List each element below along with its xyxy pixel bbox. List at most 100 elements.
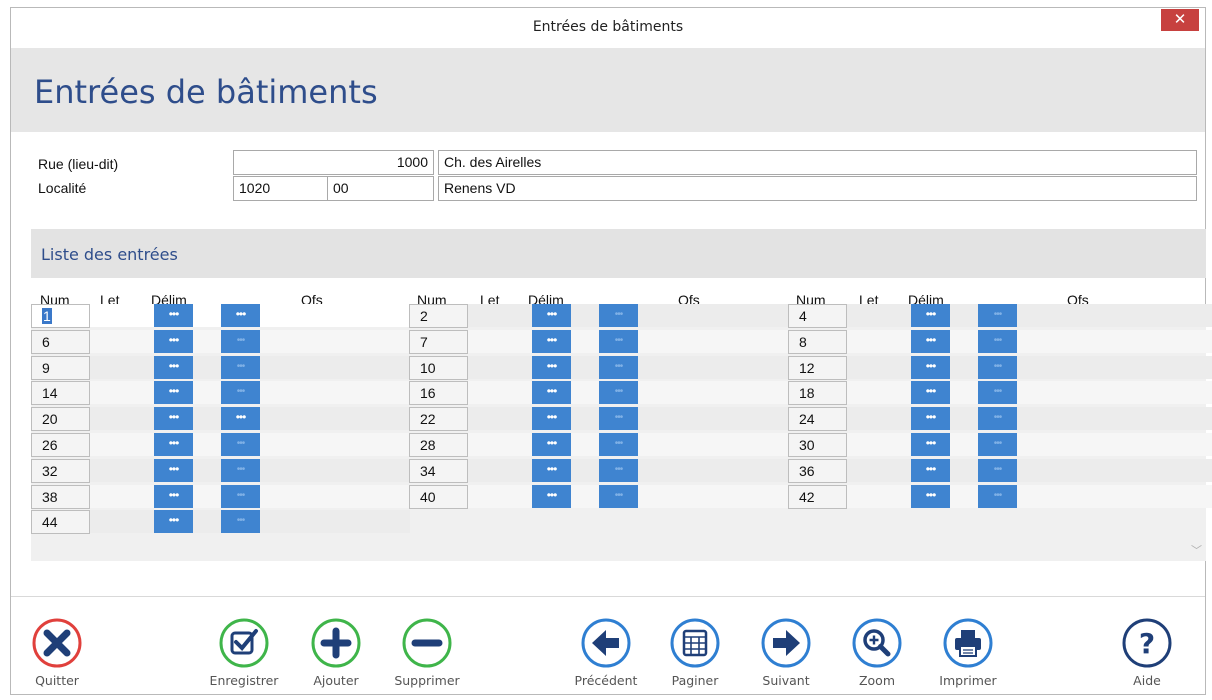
imprimer-button[interactable]: Imprimer (928, 617, 1008, 688)
close-button[interactable]: ✕ (1161, 9, 1199, 31)
scroll-down-icon[interactable]: ﹀ (1191, 542, 1202, 558)
ofs-button[interactable]: ••• (221, 510, 260, 533)
delim-button[interactable]: ••• (532, 459, 571, 482)
rue-name-field[interactable]: Ch. des Airelles (438, 150, 1197, 175)
num-cell[interactable]: 20 (31, 407, 90, 431)
delim-button[interactable]: ••• (154, 356, 193, 379)
num-cell[interactable]: 9 (31, 356, 90, 380)
ofs-button[interactable]: ••• (221, 459, 260, 482)
ofs-button[interactable]: ••• (978, 459, 1017, 482)
delim-button[interactable]: ••• (911, 485, 950, 508)
precedent-button[interactable]: Précédent (566, 617, 646, 688)
num-cell[interactable]: 1 (31, 304, 90, 328)
ofs-button[interactable]: ••• (599, 433, 638, 456)
enregistrer-button[interactable]: Enregistrer (204, 617, 284, 688)
ofs-button[interactable]: ••• (221, 381, 260, 404)
rue-number-field[interactable]: 1000 (233, 150, 434, 175)
localite-name-field[interactable]: Renens VD (438, 176, 1197, 201)
num-cell[interactable]: 24 (788, 407, 847, 431)
delim-button[interactable]: ••• (154, 459, 193, 482)
quitter-button[interactable]: Quitter (17, 617, 97, 688)
delim-button[interactable]: ••• (532, 330, 571, 353)
ofs-button[interactable]: ••• (221, 433, 260, 456)
arrow-left-icon (581, 618, 631, 668)
delim-button[interactable]: ••• (532, 304, 571, 327)
ofs-button[interactable]: ••• (599, 407, 638, 430)
num-cell[interactable]: 18 (788, 381, 847, 405)
num-cell[interactable]: 4 (788, 304, 847, 328)
ofs-button[interactable]: ••• (978, 330, 1017, 353)
ofs-button[interactable]: ••• (221, 356, 260, 379)
ofs-button[interactable]: ••• (978, 407, 1017, 430)
ofs-button[interactable]: ••• (978, 304, 1017, 327)
num-cell[interactable]: 10 (409, 356, 468, 380)
ofs-button[interactable]: ••• (978, 485, 1017, 508)
ofs-button[interactable]: ••• (978, 433, 1017, 456)
delim-button[interactable]: ••• (532, 407, 571, 430)
ofs-button[interactable]: ••• (221, 485, 260, 508)
zoom-button[interactable]: Zoom (837, 617, 917, 688)
npa-field[interactable]: 1020 (233, 176, 329, 201)
delim-button[interactable]: ••• (532, 433, 571, 456)
ofs-button[interactable]: ••• (599, 381, 638, 404)
ofs-button[interactable]: ••• (599, 459, 638, 482)
num-cell[interactable]: 8 (788, 330, 847, 354)
arrow-right-icon (761, 618, 811, 668)
num-cell[interactable]: 44 (31, 510, 90, 534)
delim-button[interactable]: ••• (154, 381, 193, 404)
list-title: Liste des entrées (41, 245, 178, 264)
delim-button[interactable]: ••• (911, 330, 950, 353)
delim-button[interactable]: ••• (911, 459, 950, 482)
delim-button[interactable]: ••• (154, 330, 193, 353)
delim-button[interactable]: ••• (154, 433, 193, 456)
delim-button[interactable]: ••• (911, 356, 950, 379)
ofs-button[interactable]: ••• (599, 304, 638, 327)
ofs-button[interactable]: ••• (978, 356, 1017, 379)
num-cell[interactable]: 6 (31, 330, 90, 354)
delim-button[interactable]: ••• (154, 485, 193, 508)
ajouter-button[interactable]: Ajouter (296, 617, 376, 688)
num-cell[interactable]: 42 (788, 485, 847, 509)
num-cell[interactable]: 26 (31, 433, 90, 457)
delim-button[interactable]: ••• (911, 304, 950, 327)
ofs-button[interactable]: ••• (599, 485, 638, 508)
delim-button[interactable]: ••• (911, 407, 950, 430)
delim-button[interactable]: ••• (532, 381, 571, 404)
delim-button[interactable]: ••• (532, 485, 571, 508)
ofs-button[interactable]: ••• (221, 407, 260, 430)
num-value: 32 (42, 463, 58, 479)
num-cell[interactable]: 30 (788, 433, 847, 457)
ofs-button[interactable]: ••• (599, 356, 638, 379)
delim-button[interactable]: ••• (154, 407, 193, 430)
num-cell[interactable]: 16 (409, 381, 468, 405)
suivant-button[interactable]: Suivant (746, 617, 826, 688)
zoom-icon (852, 618, 902, 668)
num-cell[interactable]: 28 (409, 433, 468, 457)
npa-suffix-field[interactable]: 00 (327, 176, 434, 201)
delim-button[interactable]: ••• (911, 433, 950, 456)
supprimer-button[interactable]: Supprimer (387, 617, 467, 688)
ofs-button[interactable]: ••• (599, 330, 638, 353)
num-cell[interactable]: 38 (31, 485, 90, 509)
aide-button[interactable]: ? Aide (1107, 617, 1187, 688)
num-cell[interactable]: 32 (31, 459, 90, 483)
delim-button[interactable]: ••• (911, 381, 950, 404)
table-row (846, 356, 1212, 379)
ofs-button[interactable]: ••• (221, 304, 260, 327)
quitter-label: Quitter (35, 673, 79, 688)
delim-button[interactable]: ••• (532, 356, 571, 379)
num-cell[interactable]: 36 (788, 459, 847, 483)
ofs-button[interactable]: ••• (978, 381, 1017, 404)
ofs-button[interactable]: ••• (221, 330, 260, 353)
num-cell[interactable]: 40 (409, 485, 468, 509)
num-cell[interactable]: 12 (788, 356, 847, 380)
delim-button[interactable]: ••• (154, 304, 193, 327)
delim-button[interactable]: ••• (154, 510, 193, 533)
num-cell[interactable]: 7 (409, 330, 468, 354)
num-cell[interactable]: 2 (409, 304, 468, 328)
num-cell[interactable]: 14 (31, 381, 90, 405)
title-bar: Entrées de bâtiments ✕ (11, 8, 1205, 48)
num-cell[interactable]: 22 (409, 407, 468, 431)
paginer-button[interactable]: Paginer (655, 617, 735, 688)
num-cell[interactable]: 34 (409, 459, 468, 483)
